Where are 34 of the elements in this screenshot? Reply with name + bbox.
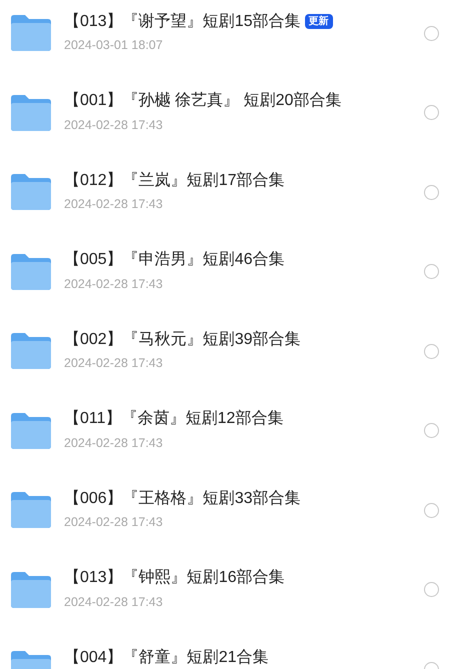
folder-title[interactable]: 【001】『孙樾 徐艺真』 短剧20部合集 xyxy=(64,90,342,111)
select-radio[interactable] xyxy=(424,344,439,358)
folder-title[interactable]: 【002】『马秋元』短剧39部合集 xyxy=(64,328,300,350)
folder-title[interactable]: 【006】『王格格』短剧33部合集 xyxy=(64,488,300,508)
select-radio[interactable] xyxy=(424,105,439,120)
select-radio[interactable] xyxy=(424,26,439,40)
folder-icon xyxy=(11,412,51,448)
folder-icon xyxy=(11,254,51,290)
select-radio[interactable] xyxy=(424,184,439,200)
folder-title[interactable]: 【013】『钟熙』短剧16部合集 xyxy=(64,567,284,588)
folder-title[interactable]: 【011】『余茵』短剧12部合集 xyxy=(64,408,284,429)
folder-date: 2024-02-28 17:43 xyxy=(64,355,164,372)
folder-icon xyxy=(11,15,51,51)
folder-icon xyxy=(11,572,51,608)
folder-date: 2024-02-28 17:43 xyxy=(64,434,164,452)
update-badge: 更新 xyxy=(304,14,332,28)
folder-icon xyxy=(11,94,51,130)
folder-icon xyxy=(11,333,51,369)
select-radio[interactable] xyxy=(424,502,439,518)
folder-title[interactable]: 【012】『兰岚』短剧17部合集 xyxy=(64,170,284,190)
folder-title[interactable]: 【004】『舒童』短剧21合集 xyxy=(64,646,268,668)
folder-title[interactable]: 【005】『申浩男』短剧46合集 xyxy=(64,249,284,270)
folder-date: 2024-02-28 17:43 xyxy=(64,196,164,213)
folder-icon xyxy=(11,492,51,528)
folder-date: 2024-02-28 17:43 xyxy=(64,276,164,292)
select-radio[interactable] xyxy=(424,264,439,279)
folder-date: 2024-02-28 17:43 xyxy=(64,514,164,531)
select-radio[interactable] xyxy=(424,423,439,438)
select-radio[interactable] xyxy=(424,582,439,597)
folder-date: 2024-02-28 17:43 xyxy=(64,594,164,610)
folder-date: 2024-02-28 17:43 xyxy=(64,116,164,134)
folder-icon xyxy=(11,174,51,210)
folder-date: 2024-03-01 18:07 xyxy=(64,37,164,54)
folder-title[interactable]: 【013】『谢予望』短剧15部合集 xyxy=(64,10,300,32)
